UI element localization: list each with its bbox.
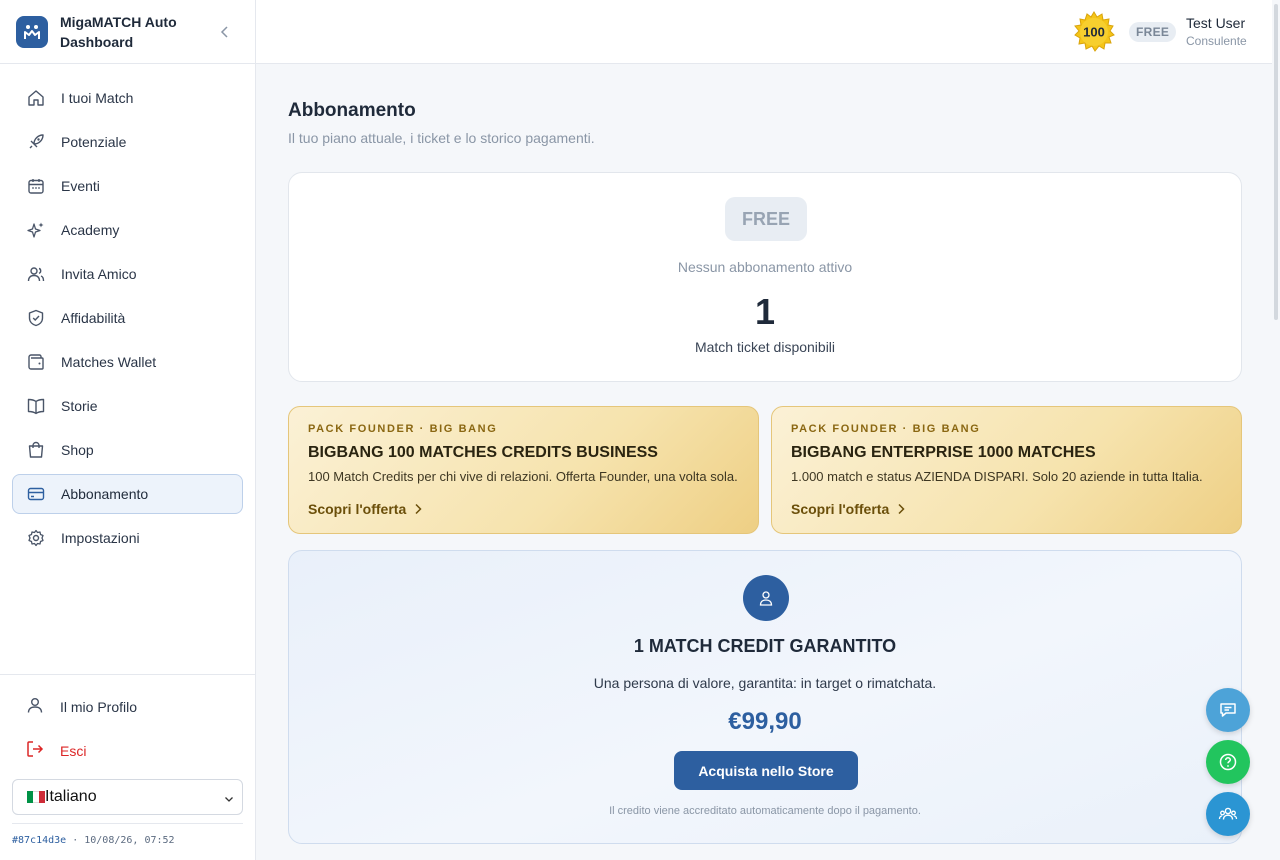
offer-link-label: Scopri l'offerta <box>308 501 407 517</box>
help-button[interactable] <box>1206 740 1250 784</box>
discover-offer-link[interactable]: Scopri l'offerta <box>308 501 422 517</box>
offer-description: 100 Match Credits per chi vive di relazi… <box>308 469 738 484</box>
sidebar-item-shop[interactable]: Shop <box>12 430 243 470</box>
offer-card-bigbang-100[interactable]: PACK FOUNDER · BIG BANG BIGBANG 100 MATC… <box>288 406 759 534</box>
community-button[interactable] <box>1206 792 1250 836</box>
plan-badge: FREE <box>1129 22 1177 42</box>
page-subtitle: Il tuo piano attuale, i ticket e lo stor… <box>288 130 595 146</box>
chevron-down-icon <box>224 791 234 809</box>
top-bar: 100 FREE Test User Consulente <box>256 0 1280 64</box>
build-version: #87c14d3e · 10/08/26, 07:52 <box>12 835 175 846</box>
group-icon <box>1218 807 1238 820</box>
sidebar-footer: Il mio Profilo Esci Italiano #87c14d3e ·… <box>0 674 255 860</box>
offer-description: 1.000 match e status AZIENDA DISPARI. So… <box>791 469 1203 484</box>
help-icon <box>1219 753 1237 771</box>
user-role: Consulente <box>1186 34 1247 48</box>
home-icon <box>27 89 45 107</box>
guaranteed-credit-card: 1 MATCH CREDIT GARANTITO Una persona di … <box>288 550 1242 844</box>
coin-value: 100 <box>1083 25 1105 40</box>
subscription-status: Nessun abbonamento attivo <box>677 259 853 275</box>
offer-link-label: Scopri l'offerta <box>791 501 890 517</box>
offer-title: BIGBANG ENTERPRISE 1000 MATCHES <box>791 444 1096 461</box>
current-plan-card: FREE Nessun abbonamento attivo 1 Match t… <box>288 172 1242 382</box>
sidebar-item-label: Impostazioni <box>61 530 140 546</box>
sidebar: MigaMATCH Auto Dashboard I tuoi Match Po… <box>0 0 256 860</box>
collapse-sidebar-button[interactable] <box>215 22 235 42</box>
sidebar-item-i-tuoi-match[interactable]: I tuoi Match <box>12 78 243 118</box>
offer-card-bigbang-enterprise[interactable]: PACK FOUNDER · BIG BANG BIGBANG ENTERPRI… <box>771 406 1242 534</box>
sidebar-item-abbonamento[interactable]: Abbonamento <box>12 474 243 514</box>
chevron-left-icon <box>220 26 228 38</box>
user-name[interactable]: Test User <box>1186 15 1245 31</box>
sidebar-item-label: Storie <box>61 398 98 414</box>
sidebar-item-storie[interactable]: Storie <box>12 386 243 426</box>
sidebar-item-label: I tuoi Match <box>61 90 134 106</box>
sidebar-item-eventi[interactable]: Eventi <box>12 166 243 206</box>
app-logo-icon <box>16 15 48 48</box>
language-value: Italiano <box>45 788 97 805</box>
divider <box>12 823 243 824</box>
chevron-right-icon <box>898 503 905 515</box>
sidebar-item-label: Academy <box>61 222 120 238</box>
offer-title: BIGBANG 100 MATCHES CREDITS BUSINESS <box>308 444 658 461</box>
wallet-icon <box>27 353 45 371</box>
sidebar-item-matches-wallet[interactable]: Matches Wallet <box>12 342 243 382</box>
sidebar-item-label: Matches Wallet <box>61 354 157 370</box>
chat-icon <box>1220 703 1236 717</box>
gear-icon <box>27 529 45 547</box>
user-icon <box>26 696 44 719</box>
guarantee-title: 1 MATCH CREDIT GARANTITO <box>633 636 897 656</box>
user-icon <box>743 575 789 621</box>
rocket-icon <box>27 133 45 151</box>
sidebar-nav: I tuoi Match Potenziale Eventi Academy I… <box>0 64 255 558</box>
profile-label: Il mio Profilo <box>60 699 138 715</box>
logout-icon <box>26 740 44 763</box>
sidebar-item-label: Abbonamento <box>61 486 149 502</box>
sidebar-item-academy[interactable]: Academy <box>12 210 243 250</box>
credit-card-icon <box>27 485 45 503</box>
current-plan-badge: FREE <box>725 197 807 241</box>
app-name: MigaMATCH Auto Dashboard <box>60 13 177 50</box>
buy-in-store-button[interactable]: Acquista nello Store <box>674 751 858 790</box>
coin-seal-icon: 100 <box>1074 11 1115 52</box>
guarantee-note: Il credito viene accreditato automaticam… <box>609 805 921 817</box>
shopping-bag-icon <box>27 441 45 459</box>
sidebar-item-label: Shop <box>61 442 94 458</box>
sparkles-icon <box>27 221 45 239</box>
sidebar-item-label: Affidabilità <box>61 310 126 326</box>
page-scrollbar[interactable] <box>1272 0 1280 860</box>
italy-flag-icon <box>27 791 45 803</box>
profile-link[interactable]: Il mio Profilo <box>12 687 243 727</box>
guarantee-price: €99,90 <box>728 708 802 735</box>
credits-coin-badge[interactable]: 100 <box>1073 11 1115 53</box>
users-icon <box>27 265 45 283</box>
calendar-icon <box>27 177 45 195</box>
page-title: Abbonamento <box>288 100 416 121</box>
book-icon <box>27 397 45 415</box>
sidebar-item-label: Potenziale <box>61 134 127 150</box>
sidebar-item-label: Invita Amico <box>61 266 137 282</box>
tickets-count: 1 <box>754 291 776 332</box>
brand-header: MigaMATCH Auto Dashboard <box>0 0 255 64</box>
sidebar-item-invita-amico[interactable]: Invita Amico <box>12 254 243 294</box>
build-date: · 10/08/26, 07:52 <box>66 835 175 846</box>
logout-label: Esci <box>60 743 87 759</box>
sidebar-item-label: Eventi <box>61 178 100 194</box>
guarantee-description: Una persona di valore, garantita: in tar… <box>593 675 937 691</box>
sidebar-item-affidabilita[interactable]: Affidabilità <box>12 298 243 338</box>
chevron-right-icon <box>415 503 422 515</box>
shield-check-icon <box>27 309 45 327</box>
language-select[interactable]: Italiano <box>12 779 243 815</box>
tickets-label: Match ticket disponibili <box>694 339 836 355</box>
build-hash: #87c14d3e <box>12 835 67 846</box>
offer-kicker: PACK FOUNDER · BIG BANG <box>308 423 498 435</box>
chat-button[interactable] <box>1206 688 1250 732</box>
sidebar-item-impostazioni[interactable]: Impostazioni <box>12 518 243 558</box>
offer-kicker: PACK FOUNDER · BIG BANG <box>791 423 981 435</box>
discover-offer-link[interactable]: Scopri l'offerta <box>791 501 905 517</box>
scrollbar-thumb[interactable] <box>1274 4 1278 320</box>
sidebar-item-potenziale[interactable]: Potenziale <box>12 122 243 162</box>
logout-button[interactable]: Esci <box>12 731 243 771</box>
